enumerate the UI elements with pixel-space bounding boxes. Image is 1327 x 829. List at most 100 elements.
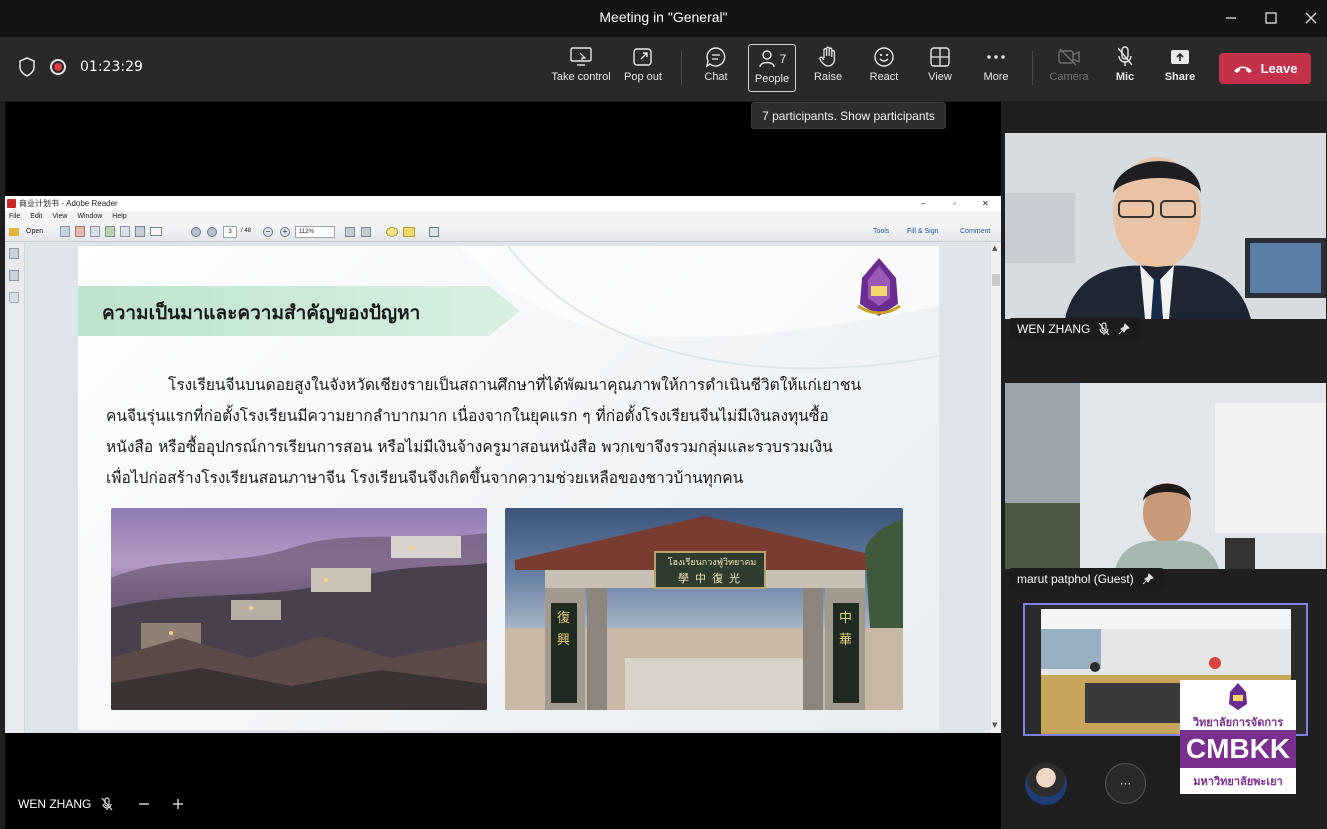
adobe-tool-icons <box>60 226 162 237</box>
adobe-toolbar: Open 3 / 48 − + 112% Tools Fill & Sign C… <box>5 223 1001 242</box>
edit-icon[interactable] <box>90 226 100 237</box>
participant-name: WEN ZHANG <box>1017 322 1091 336</box>
mountain-village-photo <box>111 508 487 710</box>
menu-window[interactable]: Window <box>77 211 102 223</box>
adobe-title: 商业计划书 - Adobe Reader <box>19 199 118 208</box>
meeting-info: 01:23:29 <box>18 57 143 77</box>
maximize-icon[interactable] <box>1258 6 1284 30</box>
adobe-minimize-icon[interactable]: – <box>921 196 925 211</box>
fit-page-icon[interactable] <box>345 227 355 237</box>
page-number-input[interactable]: 3 <box>223 226 237 238</box>
people-count: 7 <box>779 52 787 66</box>
tools-link[interactable]: Tools <box>873 228 889 235</box>
email-icon[interactable] <box>150 227 162 236</box>
chat-icon <box>705 43 727 71</box>
close-icon[interactable] <box>1298 6 1324 30</box>
react-button[interactable]: React <box>866 43 902 95</box>
pop-out-icon <box>633 43 653 71</box>
page-thumbnails-icon[interactable] <box>9 248 19 259</box>
comment-bubble-icon[interactable] <box>386 227 398 237</box>
zoom-out-icon[interactable] <box>137 797 151 811</box>
adobe-close-icon[interactable]: ✕ <box>982 196 989 211</box>
prev-page-icon[interactable] <box>191 227 201 237</box>
village-scene <box>111 533 487 710</box>
pin-icon[interactable] <box>1118 323 1131 335</box>
expand-icon[interactable] <box>429 227 439 237</box>
minimize-icon[interactable] <box>1218 6 1244 30</box>
phone-hangup-icon <box>1233 66 1252 73</box>
meeting-timer: 01:23:29 <box>80 59 143 75</box>
watermark-line3: มหาวิทยาลัยพะเยา <box>1193 775 1283 788</box>
view-button[interactable]: View <box>923 43 957 95</box>
open-button[interactable]: Open <box>26 228 43 235</box>
participant-video-marut-patphol[interactable] <box>1005 383 1326 569</box>
gate-right-column: 中華 <box>839 611 853 648</box>
shield-icon[interactable] <box>18 57 36 77</box>
toolbar-divider <box>1032 51 1033 85</box>
video-feed <box>1005 383 1326 569</box>
participant-video-wen-zhang[interactable] <box>1005 133 1326 319</box>
take-control-icon <box>570 43 592 71</box>
mic-off-icon <box>1116 43 1134 71</box>
participant-avatar[interactable] <box>1025 763 1067 805</box>
share-icon <box>1170 43 1190 71</box>
scroll-up-icon[interactable]: ▲ <box>992 244 997 252</box>
mic-button[interactable]: Mic <box>1110 43 1140 95</box>
create-pdf-icon[interactable] <box>60 226 70 237</box>
toolbar-divider <box>681 51 682 85</box>
presenter-name-bar: WEN ZHANG <box>18 797 185 811</box>
share-button[interactable]: Share <box>1163 43 1197 95</box>
signature-icon[interactable] <box>9 292 19 303</box>
next-page-icon[interactable] <box>207 227 217 237</box>
highlight-icon[interactable] <box>403 227 415 237</box>
share-doc-icon[interactable] <box>105 226 115 237</box>
menu-help[interactable]: Help <box>112 211 126 223</box>
slide-title: ความเป็นมาและความสำคัญของปัญหา <box>102 302 421 324</box>
people-button[interactable]: 7 People <box>748 44 796 92</box>
scroll-thumb[interactable] <box>992 274 1000 286</box>
menu-view[interactable]: View <box>52 211 67 223</box>
page-total: / 48 <box>241 228 252 234</box>
adobe-maximize-icon[interactable]: ▫ <box>953 196 956 211</box>
adobe-nav-pane <box>5 242 25 733</box>
mic-off-icon <box>1098 322 1110 336</box>
scroll-down-icon[interactable]: ▼ <box>992 721 997 729</box>
fit-width-icon[interactable] <box>361 227 371 237</box>
school-gate-photo: โฮงเรียนกวงฟู่วิทยาคม 學中復光 復興 中華 <box>505 508 903 710</box>
zoom-in-icon[interactable]: + <box>280 227 290 237</box>
body-line: คนจีนรุ่นแรกที่ก่อตั้งโรงเรียนมีความยากล… <box>106 407 829 425</box>
more-participants-button[interactable]: ··· <box>1105 763 1146 804</box>
grid-icon <box>930 43 950 71</box>
adobe-scrollbar[interactable]: ▲ ▼ <box>991 242 1001 733</box>
adobe-menu-bar: File Edit View Window Help <box>5 211 1001 223</box>
more-icon <box>986 43 1006 71</box>
body-line: โรงเรียนจีนบนดอยสูงในจังหวัดเชียงรายเป็น… <box>168 376 862 394</box>
zoom-select[interactable]: 112% <box>295 226 335 238</box>
bookmarks-icon[interactable] <box>9 270 19 281</box>
camera-off-icon <box>1058 43 1080 71</box>
take-control-button[interactable]: Take control <box>551 43 611 95</box>
more-button[interactable]: More <box>979 43 1013 95</box>
print-icon[interactable] <box>135 226 145 237</box>
chat-button[interactable]: Chat <box>698 43 734 95</box>
save-icon[interactable] <box>120 226 130 237</box>
zoom-out-icon[interactable]: − <box>263 227 273 237</box>
fill-sign-link[interactable]: Fill & Sign <box>907 228 939 235</box>
leave-button[interactable]: Leave <box>1219 53 1311 84</box>
university-logo <box>857 258 901 316</box>
pin-icon[interactable] <box>1142 573 1154 585</box>
people-icon: 7 <box>758 45 787 73</box>
camera-button[interactable]: Camera <box>1047 43 1091 95</box>
zoom-in-icon[interactable] <box>171 797 185 811</box>
menu-edit[interactable]: Edit <box>30 211 42 223</box>
raise-hand-button[interactable]: Raise <box>812 43 844 95</box>
menu-file[interactable]: File <box>9 211 20 223</box>
adobe-title-bar: 商业计划书 - Adobe Reader – ▫ ✕ <box>5 196 1001 211</box>
university-logo <box>1229 683 1247 710</box>
comment-link[interactable]: Comment <box>960 228 990 235</box>
export-pdf-icon[interactable] <box>75 226 85 237</box>
participant-name: marut patphol (Guest) <box>1017 572 1134 586</box>
pop-out-button[interactable]: Pop out <box>622 43 664 95</box>
body-line: หนังสือ หรือซื้ออุปกรณ์การเรียนการสอน หร… <box>106 438 833 456</box>
participant-name-tag: marut patphol (Guest) <box>1009 568 1164 590</box>
